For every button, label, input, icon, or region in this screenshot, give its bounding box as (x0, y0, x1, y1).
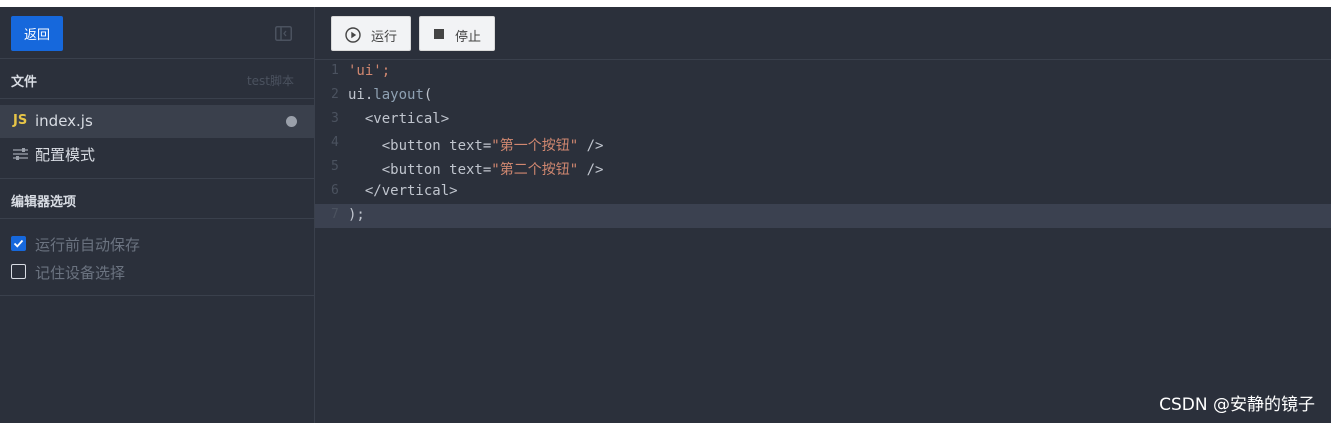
file-item-index-js[interactable]: JS index.js (0, 105, 314, 138)
unsaved-dot-icon (286, 116, 297, 127)
line-number: 4 (331, 135, 339, 150)
stop-button[interactable]: 停止 (419, 16, 495, 51)
stop-label: 停止 (455, 30, 482, 45)
toolbar: 运行 停止 (315, 7, 1331, 60)
code-line[interactable]: 2 ui.layout( (315, 84, 1331, 108)
code-line[interactable]: 6 </vertical> (315, 180, 1331, 204)
editor-options-title: 编辑器选项 (11, 195, 77, 210)
run-label: 运行 (371, 30, 398, 45)
code-text: ); (348, 207, 365, 223)
code-line[interactable]: 3 <vertical> (315, 108, 1331, 132)
code-text: </vertical> (348, 183, 458, 199)
code-editor[interactable]: 1 'ui'; 2 ui.layout( 3 <vertical> 4 <but… (315, 60, 1331, 423)
option-auto-save[interactable]: 运行前自动保存 (0, 233, 314, 261)
line-number: 2 (331, 87, 339, 102)
js-file-icon: JS (13, 113, 28, 128)
back-button[interactable]: 返回 (11, 16, 63, 51)
play-circle-icon (345, 27, 361, 43)
sidebar: 返回 文件 test脚本 JS index.js 配置模式 编辑器选项 运行前自… (0, 7, 315, 423)
line-number: 6 (331, 183, 339, 198)
app-window: 返回 文件 test脚本 JS index.js 配置模式 编辑器选项 运行前自… (0, 7, 1331, 423)
file-name: index.js (35, 112, 93, 130)
run-button[interactable]: 运行 (331, 16, 411, 51)
auto-save-label: 运行前自动保存 (35, 236, 141, 254)
config-mode-label: 配置模式 (35, 146, 96, 164)
files-section-header: 文件 test脚本 (0, 59, 314, 99)
line-number: 7 (331, 207, 339, 222)
code-line-current[interactable]: 7 ); (315, 204, 1331, 228)
code-text: ui.layout( (348, 87, 433, 103)
code-text: <button text="第二个按钮" /> (348, 162, 604, 178)
remember-device-label: 记住设备选择 (35, 264, 126, 282)
code-text: <button text="第一个按钮" /> (348, 138, 604, 154)
config-mode-item[interactable]: 配置模式 (0, 138, 314, 171)
code-text: 'ui'; (348, 63, 391, 79)
line-number: 3 (331, 111, 339, 126)
editor-options-header: 编辑器选项 (0, 179, 314, 219)
code-text: <vertical> (348, 111, 450, 127)
code-line[interactable]: 4 <button text="第一个按钮" /> (315, 132, 1331, 156)
collapse-sidebar-icon[interactable] (275, 26, 292, 41)
option-remember-device[interactable]: 记住设备选择 (0, 261, 314, 289)
code-line[interactable]: 1 'ui'; (315, 60, 1331, 84)
watermark: CSDN @安静的镜子 (1159, 395, 1315, 415)
line-number: 5 (331, 159, 339, 174)
line-number: 1 (331, 63, 339, 78)
file-list: JS index.js 配置模式 (0, 99, 314, 179)
main-panel: 运行 停止 1 'ui'; 2 ui.layout( 3 <vertical> (315, 7, 1331, 423)
remember-device-checkbox[interactable] (11, 264, 26, 279)
sidebar-top-bar: 返回 (0, 7, 314, 59)
check-icon (13, 239, 24, 248)
stop-icon (434, 29, 444, 39)
files-title: 文件 (11, 75, 38, 90)
sliders-icon (13, 148, 28, 160)
editor-options: 运行前自动保存 记住设备选择 (0, 219, 314, 296)
code-line[interactable]: 5 <button text="第二个按钮" /> (315, 156, 1331, 180)
auto-save-checkbox[interactable] (11, 236, 26, 251)
project-name: test脚本 (246, 74, 294, 88)
